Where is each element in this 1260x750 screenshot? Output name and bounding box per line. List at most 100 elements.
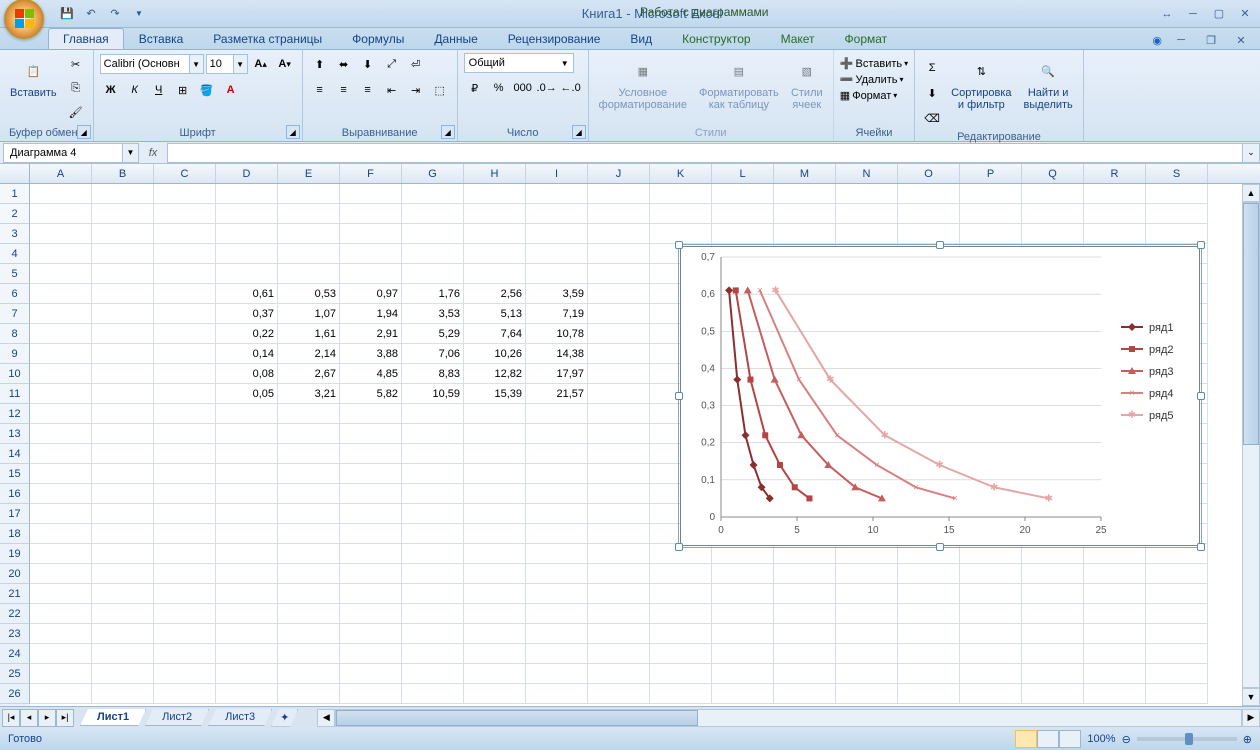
cell[interactable] — [278, 684, 340, 704]
cell[interactable] — [836, 684, 898, 704]
row-header-4[interactable]: 4 — [0, 244, 30, 264]
increase-decimal-button[interactable]: .0→ — [536, 77, 558, 99]
redo-icon[interactable]: ↷ — [106, 5, 124, 23]
cell[interactable] — [774, 564, 836, 584]
cell[interactable] — [92, 284, 154, 304]
cell[interactable] — [92, 604, 154, 624]
cell[interactable] — [650, 644, 712, 664]
scroll-right-button[interactable]: ▶ — [1242, 709, 1260, 727]
cell[interactable]: 10,78 — [526, 324, 588, 344]
col-header-J[interactable]: J — [588, 164, 650, 183]
cell[interactable] — [588, 324, 650, 344]
cell[interactable] — [92, 624, 154, 644]
cell[interactable] — [154, 184, 216, 204]
number-launcher[interactable]: ◢ — [572, 125, 586, 139]
cell[interactable] — [216, 624, 278, 644]
cell[interactable] — [712, 224, 774, 244]
cell[interactable] — [464, 664, 526, 684]
cell[interactable] — [526, 564, 588, 584]
tab-data[interactable]: Данные — [419, 28, 492, 49]
cell[interactable] — [526, 224, 588, 244]
cell[interactable] — [1022, 224, 1084, 244]
row-header-8[interactable]: 8 — [0, 324, 30, 344]
cell[interactable] — [402, 404, 464, 424]
cell[interactable] — [898, 684, 960, 704]
cell[interactable] — [526, 684, 588, 704]
tab-review[interactable]: Рецензирование — [493, 28, 616, 49]
cell[interactable] — [154, 544, 216, 564]
cell[interactable] — [588, 204, 650, 224]
cell[interactable] — [712, 184, 774, 204]
cell[interactable] — [216, 584, 278, 604]
cell[interactable] — [30, 424, 92, 444]
alignment-launcher[interactable]: ◢ — [441, 125, 455, 139]
row-header-12[interactable]: 12 — [0, 404, 30, 424]
cell[interactable] — [650, 624, 712, 644]
cell[interactable] — [154, 484, 216, 504]
cell[interactable] — [1022, 684, 1084, 704]
align-top-button[interactable]: ⬆ — [309, 53, 331, 75]
indent-decrease-button[interactable]: ⇤ — [381, 79, 403, 101]
row-header-14[interactable]: 14 — [0, 444, 30, 464]
cell-styles-button[interactable]: ▧Стили ячеек — [787, 53, 827, 125]
resize-handle-w[interactable] — [675, 392, 683, 400]
cell[interactable] — [588, 504, 650, 524]
cell[interactable] — [30, 384, 92, 404]
cell[interactable] — [216, 604, 278, 624]
tab-first-button[interactable]: |◂ — [2, 709, 20, 727]
close-button[interactable]: ✕ — [1234, 5, 1256, 23]
cell[interactable] — [402, 544, 464, 564]
row-header-3[interactable]: 3 — [0, 224, 30, 244]
minimize-button[interactable]: ─ — [1182, 5, 1204, 23]
cell[interactable] — [30, 564, 92, 584]
col-header-E[interactable]: E — [278, 164, 340, 183]
maximize-button[interactable]: ▢ — [1208, 5, 1230, 23]
cell[interactable] — [1146, 684, 1208, 704]
cell[interactable] — [92, 304, 154, 324]
cell[interactable] — [92, 464, 154, 484]
cell[interactable] — [464, 404, 526, 424]
zoom-slider-thumb[interactable] — [1185, 733, 1193, 745]
cell[interactable] — [154, 304, 216, 324]
cell[interactable] — [898, 224, 960, 244]
font-color-button[interactable]: A — [220, 79, 242, 101]
cell[interactable] — [278, 624, 340, 644]
cell[interactable] — [216, 564, 278, 584]
cell[interactable] — [340, 684, 402, 704]
cell[interactable] — [1022, 664, 1084, 684]
formula-expand-button[interactable]: ⌄ — [1242, 143, 1260, 163]
cell[interactable] — [154, 564, 216, 584]
cell[interactable] — [92, 424, 154, 444]
cell[interactable] — [1022, 624, 1084, 644]
cell[interactable] — [960, 224, 1022, 244]
col-header-G[interactable]: G — [402, 164, 464, 183]
cell[interactable] — [402, 244, 464, 264]
row-header-9[interactable]: 9 — [0, 344, 30, 364]
cell[interactable] — [278, 424, 340, 444]
hscroll-track[interactable] — [335, 709, 1242, 727]
cell[interactable] — [588, 224, 650, 244]
col-header-Q[interactable]: Q — [1022, 164, 1084, 183]
cell[interactable] — [92, 384, 154, 404]
cell[interactable] — [464, 684, 526, 704]
cell[interactable] — [464, 584, 526, 604]
normal-view-button[interactable] — [1015, 730, 1037, 748]
cell[interactable] — [154, 224, 216, 244]
row-header-11[interactable]: 11 — [0, 384, 30, 404]
format-as-table-button[interactable]: ▤Форматировать как таблицу — [695, 53, 783, 125]
cell[interactable]: 0,97 — [340, 284, 402, 304]
cell[interactable] — [526, 464, 588, 484]
cell[interactable] — [340, 264, 402, 284]
cell[interactable] — [216, 204, 278, 224]
format-painter-button[interactable]: 🖌 — [65, 101, 87, 123]
resize-handle-ne[interactable] — [1197, 241, 1205, 249]
cell[interactable] — [154, 324, 216, 344]
zoom-in-button[interactable]: ⊕ — [1243, 733, 1252, 746]
cell[interactable] — [898, 644, 960, 664]
row-header-7[interactable]: 7 — [0, 304, 30, 324]
cell[interactable] — [588, 244, 650, 264]
cell[interactable] — [30, 464, 92, 484]
cell[interactable]: 1,61 — [278, 324, 340, 344]
cell[interactable] — [402, 504, 464, 524]
cell[interactable] — [898, 204, 960, 224]
